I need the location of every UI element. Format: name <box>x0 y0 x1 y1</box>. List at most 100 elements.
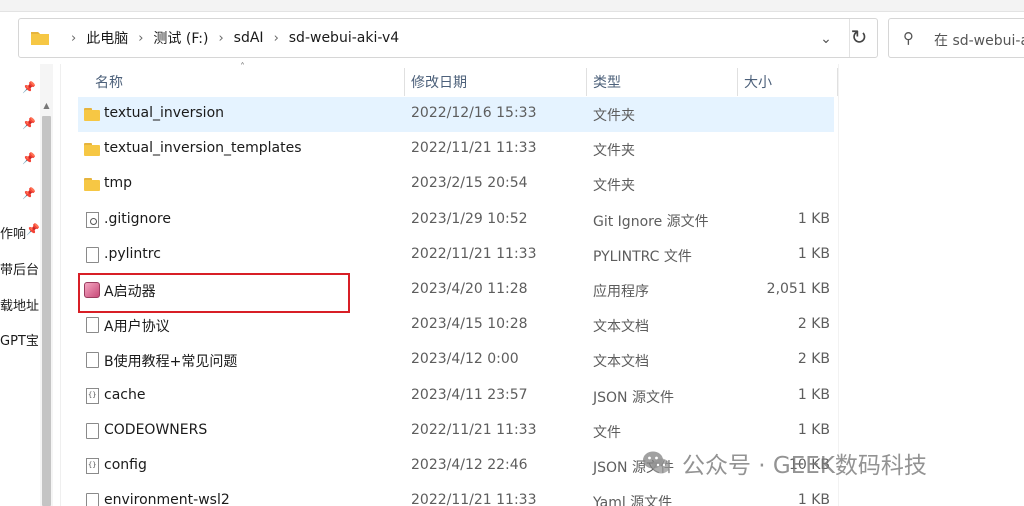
chevron-right-icon[interactable]: › <box>218 31 223 46</box>
nav-scrollbar-thumb[interactable] <box>42 116 51 506</box>
json-file-icon <box>86 387 99 404</box>
column-divider[interactable] <box>737 68 738 96</box>
file-date: 2023/2/15 20:54 <box>411 175 528 192</box>
file-name: config <box>104 457 147 473</box>
breadcrumb-item[interactable]: 测试 (F:) <box>153 28 208 48</box>
file-date: 2022/11/21 11:33 <box>411 492 537 506</box>
file-name: A用户协议 <box>104 319 170 336</box>
file-icon <box>86 317 99 334</box>
refresh-icon[interactable]: ↻ <box>846 24 872 50</box>
file-type: 文件 <box>593 424 621 441</box>
file-row[interactable]: CODEOWNERS 2022/11/21 11:33 文件 1 KB <box>78 414 834 449</box>
file-row[interactable]: cache 2023/4/11 23:57 JSON 源文件 1 KB <box>78 379 834 414</box>
file-size: 1 KB <box>797 386 830 403</box>
breadcrumb-item[interactable]: sdAI <box>234 30 264 46</box>
file-type: PYLINTRC 文件 <box>593 248 692 265</box>
address-bar[interactable]: › 此电脑 › 测试 (F:) › sdAI › sd-webui-aki-v4… <box>18 18 878 58</box>
file-size: 2 KB <box>797 351 830 368</box>
navigation-pane: 📌 📌 📌 📌 作响 📌 带后台 载地址 GPT宝 <box>0 64 42 506</box>
file-row[interactable]: tmp 2023/2/15 20:54 文件夹 <box>78 167 834 202</box>
file-row[interactable]: B使用教程+常见问题 2023/4/12 0:00 文本文档 2 KB <box>78 343 834 378</box>
file-type: Yaml 源文件 <box>593 495 673 506</box>
gear-file-icon <box>86 211 99 228</box>
file-type: 文本文档 <box>593 354 649 371</box>
file-size: 2 KB <box>797 316 830 333</box>
search-box[interactable]: ⚲ 在 sd-webui-a <box>888 18 1024 58</box>
pane-divider <box>60 64 61 506</box>
file-icon <box>86 493 99 506</box>
file-type: 文本文档 <box>593 319 649 336</box>
pin-icon: 📌 <box>26 223 40 236</box>
file-date: 2022/11/21 11:33 <box>411 245 537 262</box>
file-date: 2023/4/15 10:28 <box>411 316 528 333</box>
file-type: Git Ignore 源文件 <box>593 213 709 230</box>
file-name: textual_inversion_templates <box>104 140 302 157</box>
file-row[interactable]: textual_inversion_templates 2022/11/21 11… <box>78 132 834 167</box>
search-placeholder: 在 sd-webui-a <box>934 33 1024 49</box>
file-name: tmp <box>104 175 133 192</box>
file-type: 文件夹 <box>593 178 635 195</box>
folder-icon <box>84 141 100 157</box>
file-date: 2022/11/21 11:33 <box>411 140 537 157</box>
file-size: 1 KB <box>797 210 830 227</box>
file-row[interactable]: environment-wsl2 2022/11/21 11:33 Yaml 源文件… <box>78 484 834 506</box>
file-row[interactable]: .gitignore 2023/1/29 10:52 Git Ignore 源文件 1… <box>78 203 834 238</box>
chevron-down-icon[interactable]: ⌄ <box>815 29 837 49</box>
nav-item[interactable]: GPT宝 <box>0 330 39 349</box>
file-name: environment-wsl2 <box>104 492 230 506</box>
watermark: 公众号 · GEEK数码科技 <box>640 446 927 480</box>
file-date: 2023/4/12 0:00 <box>411 351 519 368</box>
nav-item[interactable]: 载地址 <box>0 295 39 314</box>
file-icon <box>86 246 99 263</box>
list-edge <box>838 64 839 506</box>
scroll-up-icon[interactable]: ▲ <box>40 100 53 112</box>
sort-ascending-icon: ˄ <box>240 62 245 73</box>
search-icon: ⚲ <box>903 29 914 47</box>
file-name: cache <box>104 386 146 403</box>
file-type: JSON 源文件 <box>593 389 674 406</box>
json-file-icon <box>86 458 99 474</box>
breadcrumb-item[interactable]: 此电脑 <box>86 28 128 48</box>
breadcrumb-item[interactable]: sd-webui-aki-v4 <box>289 30 399 46</box>
file-type: 文件夹 <box>593 143 635 160</box>
pin-icon: 📌 <box>22 187 36 200</box>
folder-icon <box>84 176 100 192</box>
chevron-right-icon[interactable]: › <box>274 31 279 46</box>
file-date: 2023/4/20 11:28 <box>411 281 528 297</box>
column-header-type[interactable]: 类型 <box>593 72 621 92</box>
nav-item[interactable]: 带后台 <box>0 259 39 278</box>
file-date: 2023/4/12 22:46 <box>411 457 528 473</box>
column-divider[interactable] <box>586 68 587 96</box>
file-name: .gitignore <box>104 210 171 227</box>
file-date: 2023/1/29 10:52 <box>411 210 528 227</box>
file-name: B使用教程+常见问题 <box>104 354 238 371</box>
wechat-logo <box>643 451 670 474</box>
column-header-name[interactable]: 名称 <box>95 72 123 92</box>
file-date: 2023/4/11 23:57 <box>411 386 528 403</box>
file-size: 1 KB <box>797 421 830 438</box>
annotation-highlight-box <box>78 273 350 313</box>
file-size: 1 KB <box>797 245 830 262</box>
chevron-right-icon[interactable]: › <box>138 31 143 46</box>
file-name: textual_inversion <box>104 105 225 121</box>
file-date: 2022/11/21 11:33 <box>411 421 537 438</box>
column-divider[interactable] <box>404 68 405 96</box>
column-header-date[interactable]: 修改日期 <box>411 72 467 92</box>
watermark-text: 公众号 · GEEK数码科技 <box>682 453 927 479</box>
file-icon <box>86 352 99 369</box>
column-header-size[interactable]: 大小 <box>744 72 772 92</box>
pin-icon: 📌 <box>22 81 36 94</box>
file-type: 应用程序 <box>593 284 649 300</box>
title-bar-strip <box>0 0 1024 12</box>
folder-icon <box>31 32 49 45</box>
file-name: CODEOWNERS <box>104 421 208 438</box>
pin-icon: 📌 <box>22 117 36 130</box>
file-date: 2022/12/16 15:33 <box>411 105 537 121</box>
breadcrumb: › 此电脑 › 测试 (F:) › sdAI › sd-webui-aki-v4 <box>61 19 399 57</box>
file-row[interactable]: textual_inversion 2022/12/16 15:33 文件夹 <box>78 97 834 132</box>
nav-item[interactable]: 作响 <box>0 223 26 242</box>
file-type: 文件夹 <box>593 108 635 124</box>
file-size: 1 KB <box>797 492 830 506</box>
file-row[interactable]: .pylintrc 2022/11/21 11:33 PYLINTRC 文件 1 KB <box>78 238 834 273</box>
file-row[interactable]: A用户协议 2023/4/15 10:28 文本文档 2 KB <box>78 308 834 343</box>
